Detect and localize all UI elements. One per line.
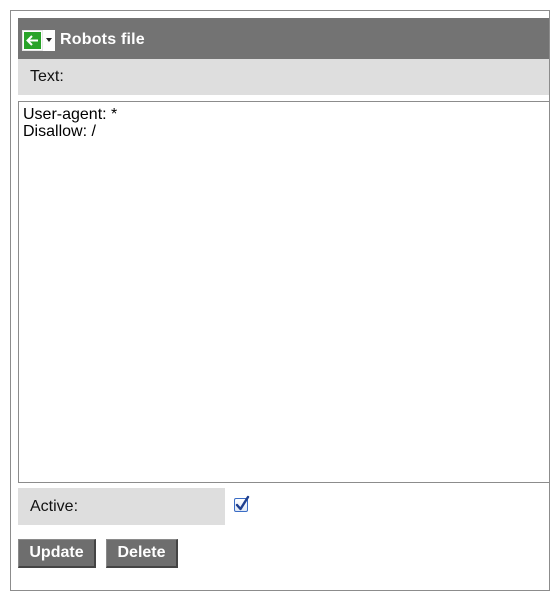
update-button[interactable]: Update [18, 539, 96, 568]
checkmark-icon [235, 495, 250, 511]
panel-title: Robots file [60, 31, 145, 48]
active-label-row: Active: [18, 488, 225, 525]
robots-file-panel: Robots file Text: User-agent: * Disallow… [10, 10, 550, 591]
delete-button[interactable]: Delete [106, 539, 178, 568]
arrow-left-icon[interactable] [22, 29, 43, 51]
back-menu-button[interactable] [22, 29, 56, 51]
caret-down-icon[interactable] [43, 29, 55, 51]
text-label-row: Text: [18, 59, 549, 95]
active-label: Active: [30, 497, 79, 515]
text-label: Text: [30, 68, 64, 85]
panel-titlebar: Robots file [18, 18, 549, 62]
active-checkbox[interactable] [234, 495, 250, 512]
robots-text-area[interactable]: User-agent: * Disallow: / [18, 101, 549, 483]
